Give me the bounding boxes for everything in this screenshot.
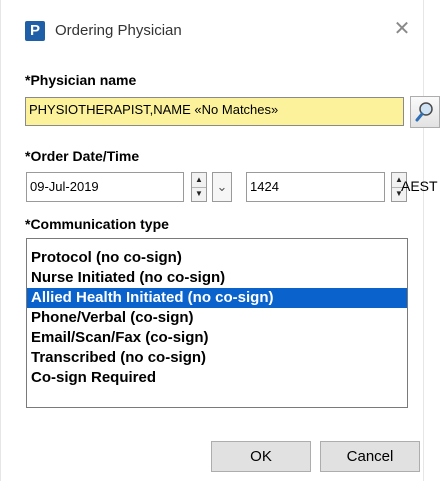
spin-down-icon[interactable]: ▼ <box>192 187 206 201</box>
list-item[interactable]: Co-sign Required <box>27 368 407 388</box>
order-time-field[interactable]: 1424 <box>246 172 385 202</box>
physician-name-label: *Physician name <box>25 72 137 88</box>
order-date-field[interactable]: 09-Jul-2019 <box>26 172 184 202</box>
timezone-label: AEST <box>401 178 438 194</box>
communication-type-label: *Communication type <box>25 216 169 232</box>
cancel-button[interactable]: Cancel <box>320 441 420 472</box>
list-item[interactable]: Nurse Initiated (no co-sign) <box>27 268 407 288</box>
ok-button[interactable]: OK <box>211 441 311 472</box>
physician-name-field[interactable]: PHYSIOTHERAPIST,NAME «No Matches» <box>25 97 404 126</box>
list-item[interactable]: Protocol (no co-sign) <box>27 248 407 268</box>
app-logo-icon: P <box>25 21 45 41</box>
list-item[interactable]: Transcribed (no co-sign) <box>27 348 407 368</box>
list-item[interactable]: Phone/Verbal (co-sign) <box>27 308 407 328</box>
ordering-physician-dialog: P Ordering Physician ✕ *Physician name P… <box>0 0 440 481</box>
spin-up-icon[interactable]: ▲ <box>192 173 206 188</box>
date-spinner[interactable]: ▲ ▼ <box>191 172 207 202</box>
order-date-time-label: *Order Date/Time <box>25 148 140 164</box>
close-icon[interactable]: ✕ <box>390 16 414 42</box>
communication-type-list[interactable]: Protocol (no co-sign) Nurse Initiated (n… <box>26 238 408 408</box>
title-bar: P Ordering Physician ✕ <box>1 0 423 58</box>
search-button[interactable] <box>410 96 440 128</box>
list-item-selected[interactable]: Allied Health Initiated (no co-sign) <box>27 288 407 308</box>
date-dropdown-button[interactable]: ⌄ <box>212 172 232 202</box>
dialog-title: Ordering Physician <box>55 22 182 39</box>
list-item[interactable]: Email/Scan/Fax (co-sign) <box>27 328 407 348</box>
chevron-down-icon: ⌄ <box>216 179 228 194</box>
magnifier-icon <box>415 102 433 122</box>
